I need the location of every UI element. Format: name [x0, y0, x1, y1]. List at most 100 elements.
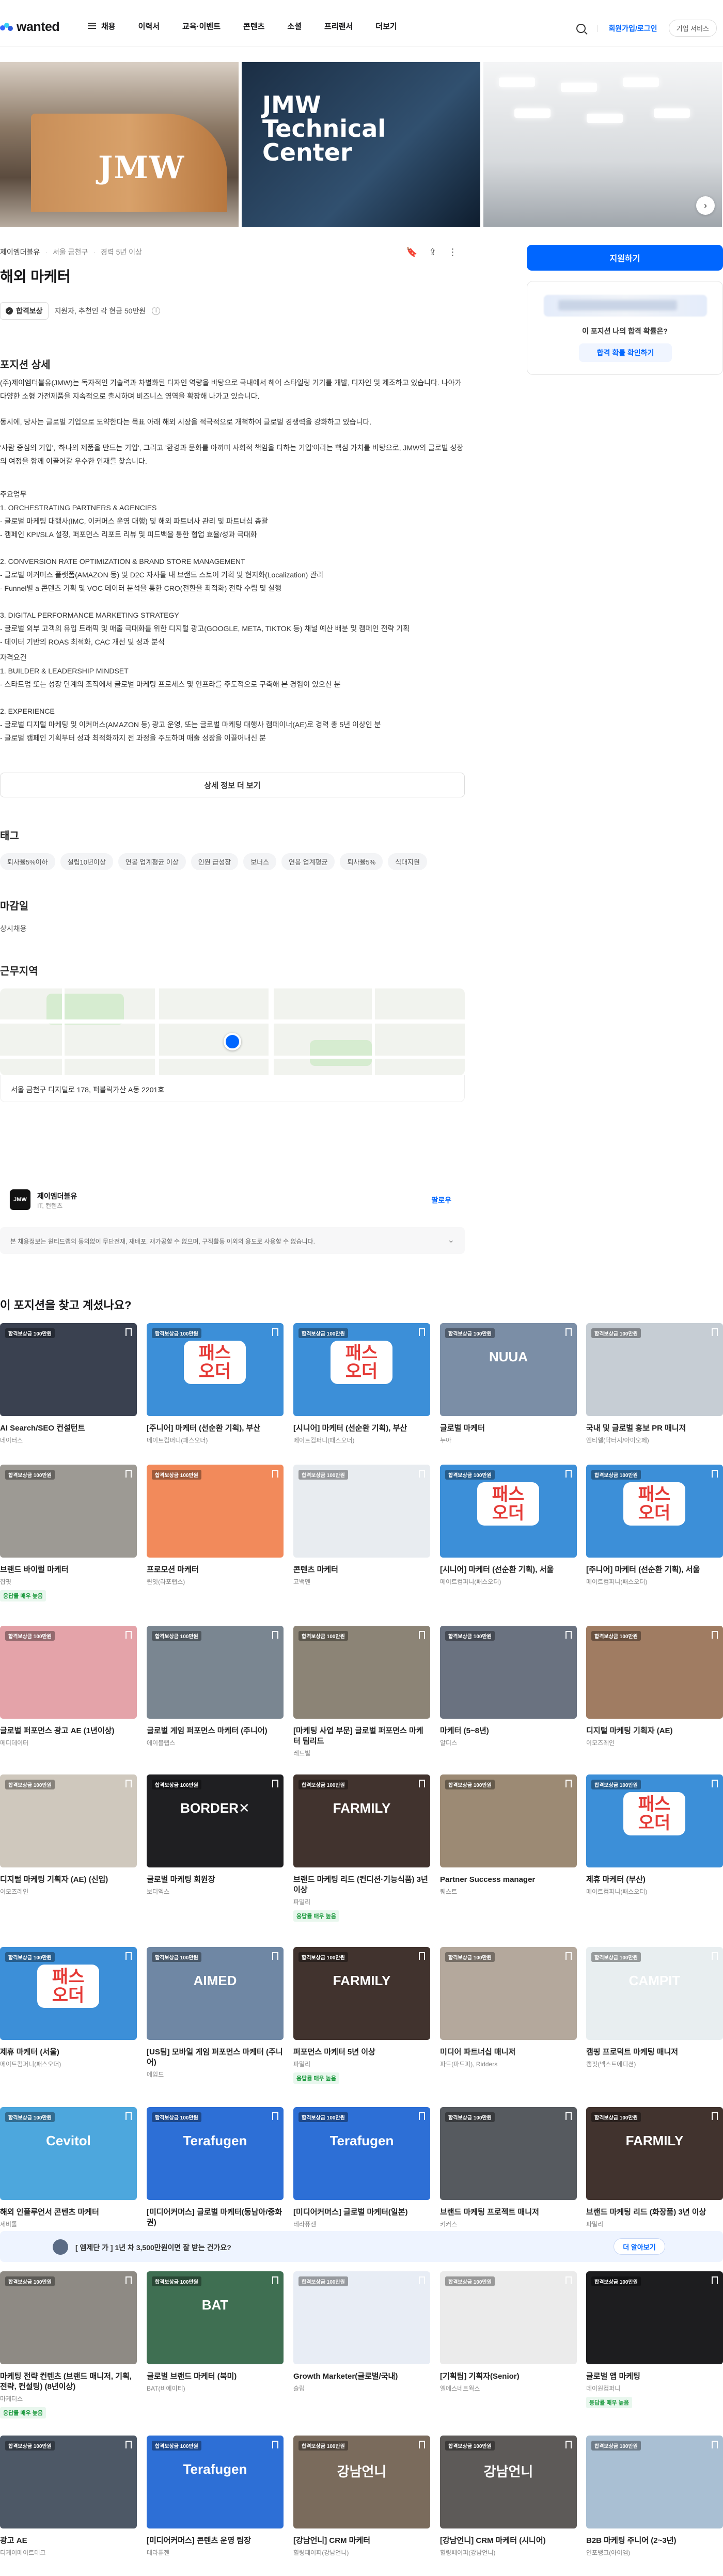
bookmark-icon[interactable] [419, 1952, 425, 1960]
bookmark-icon[interactable] [419, 2112, 425, 2120]
company-card[interactable]: JMW 제이엠더블유 IT, 컨텐츠 팔로우 [0, 1175, 465, 1215]
nav-item-social[interactable]: 소셜 [287, 21, 302, 32]
apply-button[interactable]: 지원하기 [527, 245, 723, 271]
gallery-image-interior[interactable] [483, 62, 722, 227]
corporate-service-button[interactable]: 기업 서비스 [668, 20, 717, 37]
job-card[interactable]: 합격보상금 100만원 패스 오더 [시니어] 마케터 (선순환 기획), 부산 메이… [293, 1323, 430, 1444]
job-card[interactable]: 합격보상금 100만원 BORDER✕ 글로벌 마케팅 회원장 보더엑스 [147, 1774, 284, 1896]
gallery-image-office[interactable]: JMW [0, 62, 239, 227]
bookmark-icon[interactable] [125, 2112, 132, 2120]
job-card[interactable]: 합격보상금 100만원 FARMILY 브랜드 마케팅 리드 (컨디션·기능식품) … [293, 1774, 430, 1922]
job-card[interactable]: 합격보상금 100만원 Cevitol 해외 인플루언서 콘텐츠 마케터 세비톨 [0, 2107, 137, 2228]
bookmark-icon[interactable] [712, 1780, 718, 1787]
bookmark-icon[interactable] [272, 1780, 278, 1787]
job-card[interactable]: 합격보상금 100만원 콘텐츠 마케터 고백멘 [293, 1465, 430, 1586]
bookmark-icon[interactable] [565, 1780, 572, 1787]
job-card[interactable]: 합격보상금 100만원 BAT 글로벌 브랜드 마케터 (북미) BAT(비에이티) [147, 2271, 284, 2393]
job-card[interactable]: 합격보상금 100만원 패스 오더 제휴 마케터 (부산) 메이트컴퍼니(패스오더) [586, 1774, 723, 1896]
tag-item[interactable]: 식대지원 [388, 853, 427, 870]
bookmark-icon[interactable] [272, 1470, 278, 1478]
job-card[interactable]: 합격보상금 100만원 디지털 마케팅 기획자 (AE) (신입) 이모즈레인 [0, 1774, 137, 1896]
banner-learn-more-button[interactable]: 더 알아보기 [614, 2238, 665, 2255]
job-card[interactable]: 합격보상금 100만원 NUUA 글로벌 마케터 누아 [440, 1323, 577, 1444]
tag-item[interactable]: 연봉 업계평균 [281, 853, 335, 870]
job-card[interactable]: 합격보상금 100만원 [마케팅 사업 부문] 글로벌 퍼포먼스 마케터 팀리드 레… [293, 1626, 430, 1757]
chevron-down-icon[interactable]: ⌄ [448, 1235, 454, 1245]
job-card[interactable]: 합격보상금 100만원 프로모션 마케터 퀸잇(라포랩스) [147, 1465, 284, 1586]
job-card[interactable]: 합격보상금 100만원 국내 및 글로벌 홍보 PR 매니저 엔티엘(닥터지/아이오… [586, 1323, 723, 1444]
nav-item-contents[interactable]: 콘텐츠 [243, 21, 264, 32]
bookmark-icon[interactable]: 🔖 [406, 247, 417, 258]
job-card[interactable]: 합격보상금 100만원 마케터 (5~8년) 알디스 [440, 1626, 577, 1747]
bookmark-icon[interactable] [565, 2276, 572, 2284]
nav-item-jobs[interactable]: 채용 [101, 21, 116, 32]
bookmark-icon[interactable] [712, 2112, 718, 2120]
job-card[interactable]: 합격보상금 100만원 AI Search/SEO 컨설턴트 데이터스 [0, 1323, 137, 1444]
bookmark-icon[interactable] [272, 1328, 278, 1336]
job-card[interactable]: 합격보상금 100만원 [기획팀] 기획자(Senior) 엘에스네트웍스 [440, 2271, 577, 2393]
job-card[interactable]: 합격보상금 100만원 AIMED [US팀] 모바일 게임 퍼포먼스 마케터 (주… [147, 1947, 284, 2079]
bookmark-icon[interactable] [712, 2441, 718, 2448]
bookmark-icon[interactable] [125, 1470, 132, 1478]
job-card[interactable]: 합격보상금 100만원 패스 오더 [주니어] 마케터 (선순환 기획), 부산 메이… [147, 1323, 284, 1444]
job-card[interactable]: 합격보상금 100만원 FARMILY 퍼포먼스 마케터 5년 이상 파밀리 응답률 매… [293, 1947, 430, 2084]
job-card[interactable]: 합격보상금 100만원 마케팅 전략 컨텐츠 (브랜드 매니저, 기획, 전략, … [0, 2271, 137, 2418]
job-card[interactable]: 합격보상금 100만원 패스 오더 [시니어] 마케터 (선순환 기획), 서울 메이… [440, 1465, 577, 1586]
bookmark-icon[interactable] [712, 1952, 718, 1960]
bookmark-icon[interactable] [272, 1952, 278, 1960]
follow-button[interactable]: 팔로우 [431, 1195, 451, 1205]
nav-item-more[interactable]: 더보기 [375, 21, 397, 32]
show-more-button[interactable]: 상세 정보 더 보기 [0, 773, 465, 797]
bookmark-icon[interactable] [565, 2112, 572, 2120]
gallery-image-technical-center[interactable]: JMW Technical Center [242, 62, 480, 227]
bookmark-icon[interactable] [565, 1631, 572, 1639]
bookmark-icon[interactable] [125, 1328, 132, 1336]
tag-item[interactable]: 설립10년이상 [60, 853, 113, 870]
menu-icon[interactable] [88, 23, 96, 29]
job-card[interactable]: 합격보상금 100만원 Terafugen [미디어커머스] 글로벌 마케터(일본)… [293, 2107, 430, 2228]
bookmark-icon[interactable] [419, 2276, 425, 2284]
bookmark-icon[interactable] [419, 1631, 425, 1639]
company-card-name[interactable]: 제이엠더블유 [37, 1191, 77, 1201]
bookmark-icon[interactable] [272, 1631, 278, 1639]
job-card[interactable]: 합격보상금 100만원 패스 오더 제휴 마케터 (서울) 메이트컴퍼니(패스오더) [0, 1947, 137, 2068]
bookmark-icon[interactable] [419, 2441, 425, 2448]
bookmark-icon[interactable] [272, 2112, 278, 2120]
job-card[interactable]: 합격보상금 100만원 CAMPIT 캠핑 프로덕트 마케팅 매니저 캠핏(넥스트에디… [586, 1947, 723, 2068]
bookmark-icon[interactable] [712, 1470, 718, 1478]
bookmark-icon[interactable] [565, 2441, 572, 2448]
bookmark-icon[interactable] [125, 1952, 132, 1960]
bookmark-icon[interactable] [565, 1328, 572, 1336]
job-card[interactable]: 합격보상금 100만원 Terafugen [미디어커머스] 글로벌 마케터(동남아… [147, 2107, 284, 2239]
nav-item-events[interactable]: 교육·이벤트 [182, 21, 221, 32]
job-card[interactable]: 합격보상금 100만원 Partner Success manager 퀘스트 [440, 1774, 577, 1896]
bookmark-icon[interactable] [565, 1470, 572, 1478]
company-name[interactable]: 제이엠더블유 [0, 247, 40, 257]
gallery-next-button[interactable]: › [696, 196, 715, 215]
job-card[interactable]: 합격보상금 100만원 글로벌 퍼포먼스 광고 AE (1년이상) 메디데이터 [0, 1626, 137, 1747]
job-card[interactable]: 합격보상금 100만원 디지털 마케팅 기획자 (AE) 이모즈레인 [586, 1626, 723, 1747]
job-card[interactable]: 합격보상금 100만원 브랜드 바이럴 마케터 잡핏 응답률 매우 높음 [0, 1465, 137, 1601]
bookmark-icon[interactable] [419, 1470, 425, 1478]
job-card[interactable]: 합격보상금 100만원 브랜드 마케팅 프로젝트 매니저 키커스 [440, 2107, 577, 2228]
bookmark-icon[interactable] [712, 2276, 718, 2284]
job-card[interactable]: 합격보상금 100만원 패스 오더 [주니어] 마케터 (선순환 기획), 서울 메이… [586, 1465, 723, 1586]
bookmark-icon[interactable] [565, 1952, 572, 1960]
tag-item[interactable]: 퇴사율5%이하 [0, 853, 55, 870]
bookmark-icon[interactable] [712, 1328, 718, 1336]
job-card[interactable]: 합격보상금 100만원 글로벌 앱 마케팅 데이원컴퍼니 응답률 매우 높음 [586, 2271, 723, 2408]
job-card[interactable]: 합격보상금 100만원 Terafugen [미디어커머스] 콘텐츠 운영 팀장 테라… [147, 2436, 284, 2557]
nav-item-resume[interactable]: 이력서 [138, 21, 160, 32]
tag-item[interactable]: 인원 급성장 [191, 853, 239, 870]
tag-item[interactable]: 보너스 [243, 853, 277, 870]
job-card[interactable]: 합격보상금 100만원 FARMILY 브랜드 마케팅 리드 (화장품) 3년 이상… [586, 2107, 723, 2228]
workplace-map[interactable] [0, 988, 465, 1075]
nav-item-freelancer[interactable]: 프리랜서 [324, 21, 353, 32]
bookmark-icon[interactable] [272, 2441, 278, 2448]
job-card[interactable]: 합격보상금 100만원 강남언니 [강남언니] CRM 마케터 (시니어) 힐링페이퍼… [440, 2436, 577, 2557]
bookmark-icon[interactable] [125, 2276, 132, 2284]
job-card[interactable]: 합격보상금 100만원 Growth Marketer(글로벌/국내) 슬립 [293, 2271, 430, 2393]
bookmark-icon[interactable] [419, 1780, 425, 1787]
job-card[interactable]: 합격보상금 100만원 글로벌 게임 퍼포먼스 마케터 (주니어) 에이블랩스 [147, 1626, 284, 1747]
check-probability-button[interactable]: 합격 확률 확인하기 [579, 343, 672, 362]
